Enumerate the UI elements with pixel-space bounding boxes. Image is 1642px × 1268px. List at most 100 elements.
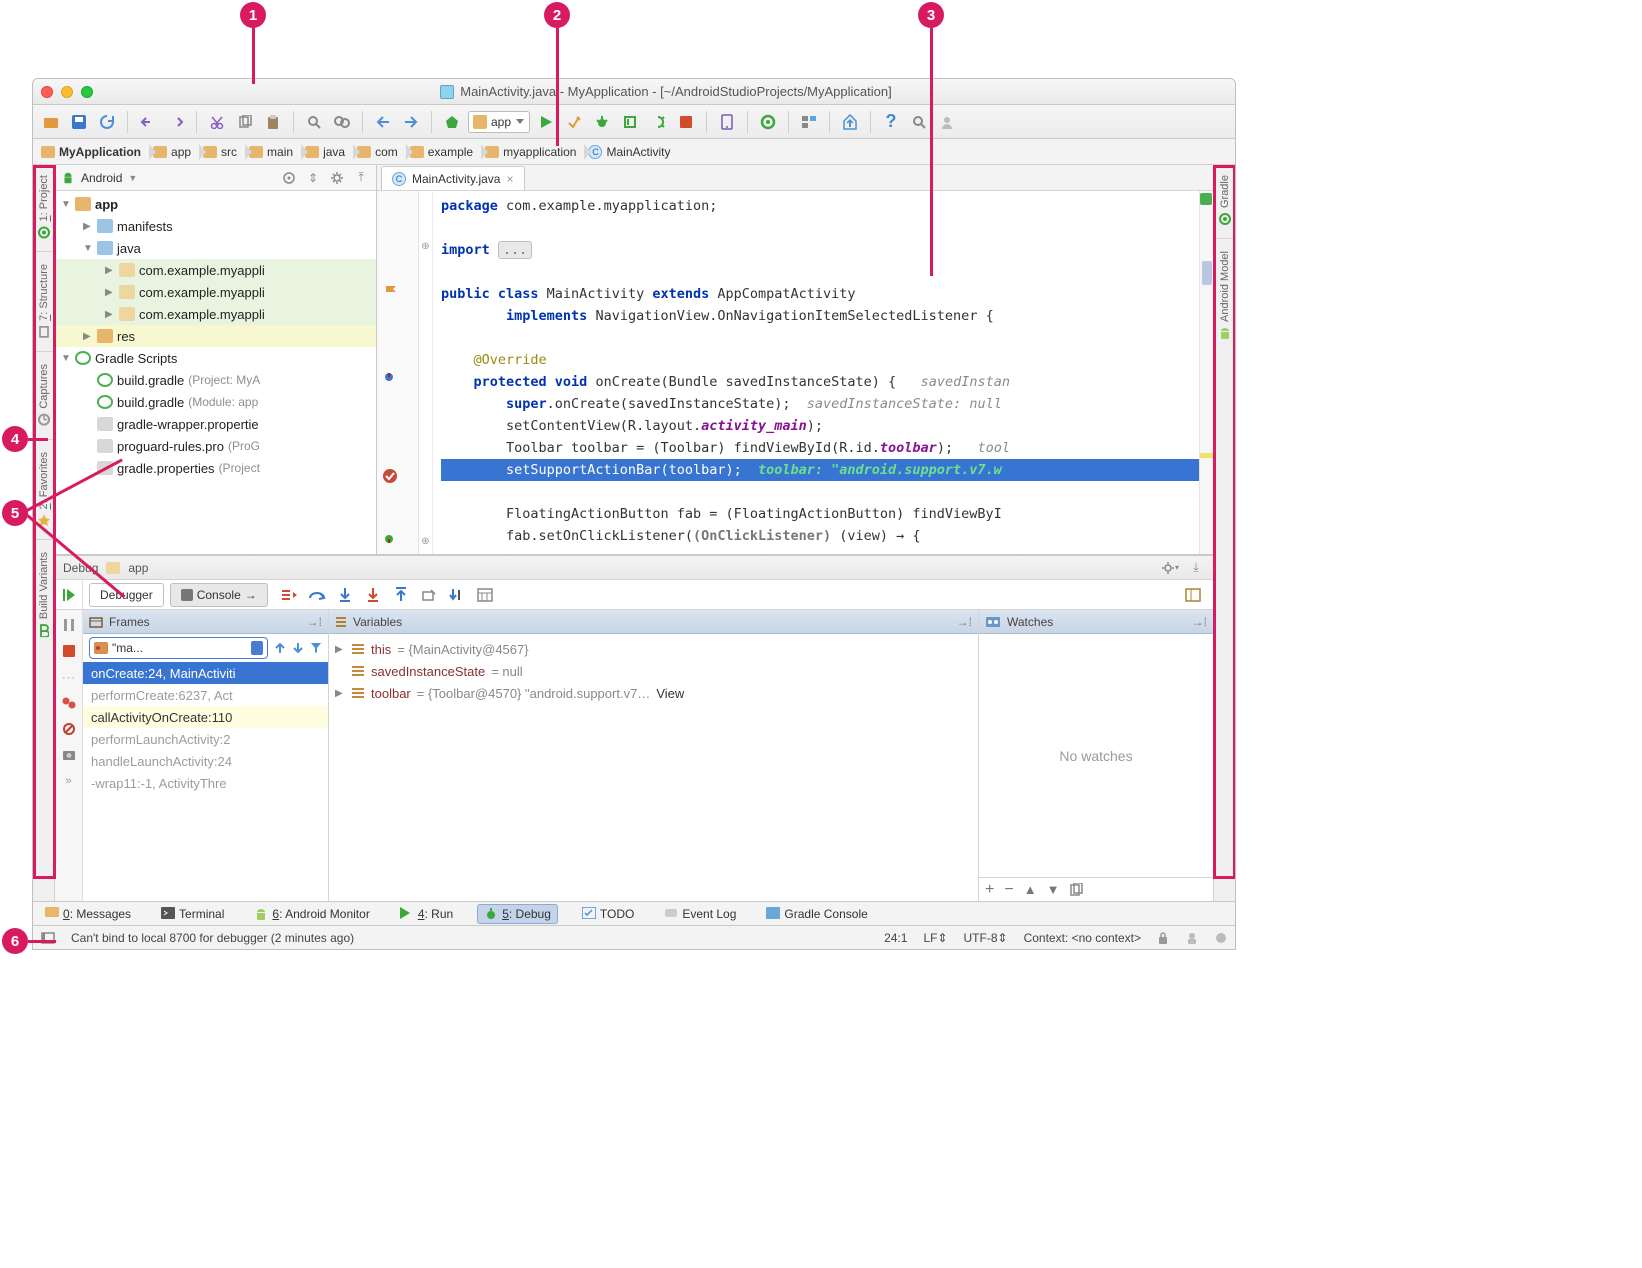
move-up-icon[interactable]: ▲ <box>1024 882 1037 897</box>
variable-row[interactable]: ▶toolbar = {Toolbar@4570} "android.suppo… <box>329 682 978 704</box>
search-everywhere-icon[interactable] <box>907 110 931 134</box>
target-icon[interactable] <box>280 169 298 187</box>
zoom-window-button[interactable] <box>81 86 93 98</box>
tool-window-tab[interactable]: Build Variants <box>35 546 53 643</box>
save-icon[interactable] <box>67 110 91 134</box>
user-icon[interactable] <box>935 110 959 134</box>
navigation-bar[interactable]: MyApplication app src main java com exam… <box>33 139 1235 165</box>
stack-frame-row[interactable]: performLaunchActivity:2 <box>83 728 328 750</box>
replace-icon[interactable] <box>330 110 354 134</box>
sync-gradle-icon[interactable] <box>756 110 780 134</box>
tab-console[interactable]: Console→ <box>170 583 268 607</box>
bottom-tab-gradle[interactable]: Gradle Console <box>760 905 873 923</box>
tool-window-tab[interactable]: Captures <box>35 358 53 433</box>
tree-row[interactable]: build.gradle (Project: MyA <box>55 369 376 391</box>
back-icon[interactable] <box>371 110 395 134</box>
project-structure-icon[interactable] <box>797 110 821 134</box>
bottom-tab-android[interactable]: 6: Android Monitor <box>248 905 375 923</box>
avd-manager-icon[interactable] <box>715 110 739 134</box>
next-frame-icon[interactable] <box>292 641 304 655</box>
debug-icon[interactable] <box>590 110 614 134</box>
stack-frame-row[interactable]: handleLaunchActivity:24 <box>83 750 328 772</box>
thread-select[interactable]: "ma... <box>89 637 268 659</box>
stack-frame-row[interactable]: -wrap11:-1, ActivityThre <box>83 772 328 794</box>
settings-icon[interactable]: ▾ <box>1161 559 1179 577</box>
breadcrumb-item[interactable]: com <box>353 141 406 163</box>
tree-row[interactable]: ▼app <box>55 193 376 215</box>
variable-row[interactable]: savedInstanceState = null <box>329 660 978 682</box>
editor-tab[interactable]: CMainActivity.java× <box>381 166 525 190</box>
stop-icon[interactable] <box>60 642 78 660</box>
frame-list[interactable]: onCreate:24, MainActivitiperformCreate:6… <box>83 662 328 901</box>
redo-icon[interactable] <box>164 110 188 134</box>
screenshot-icon[interactable] <box>60 746 78 764</box>
tool-window-tab[interactable]: 2: Favorites <box>35 446 53 533</box>
step-into-icon[interactable] <box>336 586 354 604</box>
variable-list[interactable]: ▶this = {MainActivity@4567}savedInstance… <box>329 634 978 901</box>
caret-position[interactable]: 24:1 <box>884 931 907 945</box>
step-over-icon[interactable] <box>308 586 326 604</box>
stack-frame-row[interactable]: callActivityOnCreate:110 <box>83 706 328 728</box>
apply-changes-icon[interactable] <box>562 110 586 134</box>
breadcrumb-item[interactable]: main <box>245 141 301 163</box>
bottom-tab-run[interactable]: 4: Run <box>394 905 459 923</box>
editor-gutter[interactable] <box>377 191 419 554</box>
breadcrumb-item[interactable]: MyApplication <box>37 141 149 163</box>
close-tab-icon[interactable]: × <box>506 172 513 186</box>
bottom-tab-log[interactable]: Event Log <box>658 905 742 923</box>
undo-icon[interactable] <box>136 110 160 134</box>
make-icon[interactable] <box>440 110 464 134</box>
duplicate-icon[interactable] <box>1069 883 1083 897</box>
stop-icon[interactable] <box>674 110 698 134</box>
tree-row[interactable]: ▶manifests <box>55 215 376 237</box>
bottom-tab-msg[interactable]: 0: Messages <box>39 905 137 923</box>
open-icon[interactable] <box>39 110 63 134</box>
minimize-window-button[interactable] <box>61 86 73 98</box>
run-config-select[interactable]: app <box>468 111 530 133</box>
forward-icon[interactable] <box>399 110 423 134</box>
run-to-cursor-icon[interactable] <box>448 586 466 604</box>
bottom-tab-todo[interactable]: TODO <box>576 905 640 923</box>
move-down-icon[interactable]: ▼ <box>1047 882 1060 897</box>
find-icon[interactable] <box>302 110 326 134</box>
copy-icon[interactable] <box>233 110 257 134</box>
folding-gutter[interactable]: ⊕ ⊕ <box>419 191 433 554</box>
tree-row[interactable]: ▶com.example.myappli <box>55 281 376 303</box>
drop-frame-icon[interactable] <box>420 586 438 604</box>
resume-icon[interactable] <box>63 588 75 602</box>
breadcrumb-item[interactable]: java <box>301 141 353 163</box>
hide-icon[interactable]: ⤒ <box>352 169 370 187</box>
context-label[interactable]: Context: <no context> <box>1024 931 1141 945</box>
paste-icon[interactable] <box>261 110 285 134</box>
profile-icon[interactable] <box>618 110 642 134</box>
breadcrumb-item[interactable]: CMainActivity <box>584 141 678 163</box>
tool-window-tab[interactable]: Gradle <box>1216 169 1234 232</box>
project-tree[interactable]: ▼app▶manifests▼java▶com.example.myappli▶… <box>55 191 376 554</box>
tree-row[interactable]: ▶res <box>55 325 376 347</box>
close-window-button[interactable] <box>41 86 53 98</box>
filter-frame-icon[interactable] <box>310 642 322 654</box>
tree-row[interactable]: proguard-rules.pro (ProG <box>55 435 376 457</box>
tree-row[interactable]: gradle-wrapper.propertie <box>55 413 376 435</box>
sync-icon[interactable] <box>95 110 119 134</box>
variable-row[interactable]: ▶this = {MainActivity@4567} <box>329 638 978 660</box>
settings-icon[interactable] <box>328 169 346 187</box>
view-breakpoints-icon[interactable] <box>60 694 78 712</box>
tool-window-tab[interactable]: 7: Structure <box>35 258 53 345</box>
breadcrumb-item[interactable]: app <box>149 141 199 163</box>
attach-debugger-icon[interactable] <box>646 110 670 134</box>
cut-icon[interactable] <box>205 110 229 134</box>
layout-icon[interactable] <box>1181 583 1205 607</box>
editor-right-gutter[interactable] <box>1199 191 1213 554</box>
collapse-icon[interactable]: ⇕ <box>304 169 322 187</box>
lock-icon[interactable] <box>1157 931 1169 945</box>
force-step-into-icon[interactable] <box>364 586 382 604</box>
breadcrumb-item[interactable]: myapplication <box>481 141 584 163</box>
line-separator[interactable]: LF⇕ <box>923 931 947 945</box>
breadcrumb-item[interactable]: example <box>406 141 481 163</box>
hide-icon[interactable]: ⤓ <box>1187 559 1205 577</box>
sdk-manager-icon[interactable] <box>838 110 862 134</box>
file-encoding[interactable]: UTF-8⇕ <box>964 931 1008 945</box>
code-editor[interactable]: package com.example.myapplication; impor… <box>433 191 1199 554</box>
tree-row[interactable]: ▼Gradle Scripts <box>55 347 376 369</box>
